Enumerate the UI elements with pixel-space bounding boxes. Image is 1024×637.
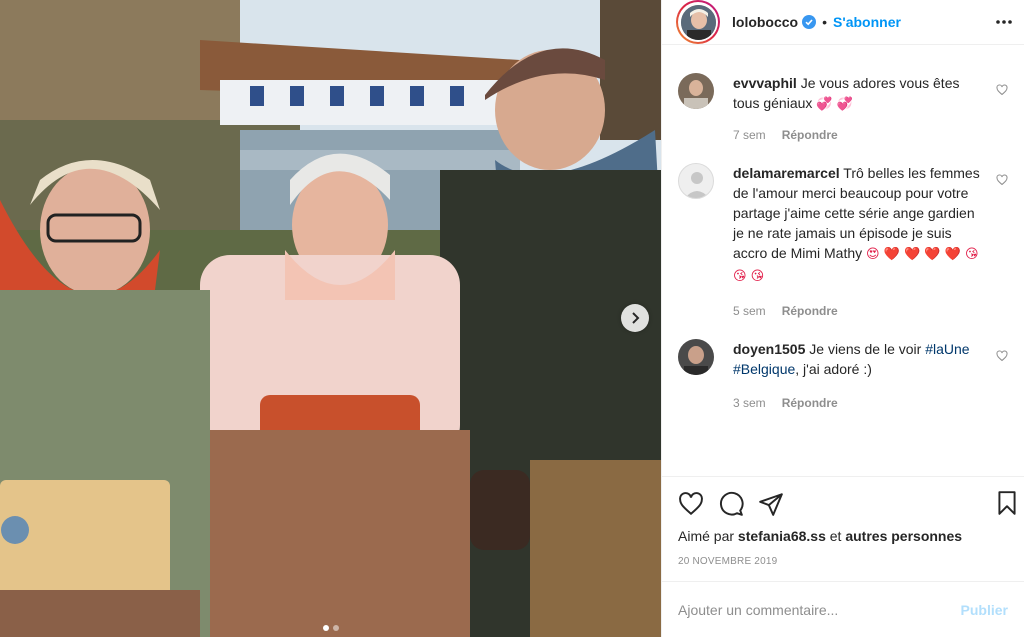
avatar[interactable] xyxy=(676,0,720,44)
post-header: lolobocco • S'abonner xyxy=(662,0,1024,45)
reply-button[interactable]: Répondre xyxy=(782,301,838,321)
likes-prefix: Aimé par xyxy=(678,528,735,544)
post-side-panel: lolobocco • S'abonner evvvaphil Je vous … xyxy=(661,0,1024,637)
next-slide-button[interactable] xyxy=(621,304,649,332)
carousel-indicator xyxy=(0,625,661,631)
like-comment-heart-icon[interactable] xyxy=(996,173,1008,191)
hashtag-link[interactable]: #laUne xyxy=(925,341,969,357)
heart-icon[interactable] xyxy=(678,491,704,517)
more-options-icon[interactable] xyxy=(994,12,1014,37)
header-separator: • xyxy=(822,14,828,30)
reply-button[interactable]: Répondre xyxy=(782,125,838,145)
follow-button[interactable]: S'abonner xyxy=(833,14,901,30)
likes-middle: et xyxy=(829,528,842,544)
share-icon[interactable] xyxy=(758,491,784,517)
comment-text-end: , j'ai adoré :) xyxy=(795,361,872,377)
commenter-username[interactable]: doyen1505 xyxy=(733,341,805,357)
comment-emojis: 💞 💞 xyxy=(816,97,853,112)
reply-button[interactable]: Répondre xyxy=(782,393,838,413)
verified-badge-icon xyxy=(802,15,817,29)
post-actions-bar xyxy=(662,476,1024,530)
profile-picture xyxy=(680,4,716,40)
other-likers-link[interactable]: autres personnes xyxy=(845,528,962,544)
add-comment-bar: Publier xyxy=(662,581,1024,637)
photo-scene xyxy=(0,0,661,637)
post-author-username[interactable]: lolobocco xyxy=(732,14,798,30)
hashtag-link[interactable]: #Belgique xyxy=(733,361,795,377)
commenter-username[interactable]: delamaremarcel xyxy=(733,165,840,181)
post-photo[interactable] xyxy=(0,0,661,637)
comments-list[interactable]: evvvaphil Je vous adores vous êtes tous … xyxy=(662,45,1024,476)
carousel-dot-active xyxy=(322,625,329,631)
comment-time: 5 sem xyxy=(733,304,766,318)
chevron-right-icon xyxy=(632,312,640,324)
comment-time: 3 sem xyxy=(733,396,766,410)
comment-input[interactable] xyxy=(678,601,938,618)
like-comment-heart-icon[interactable] xyxy=(996,349,1008,367)
comment-item: evvvaphil Je vous adores vous êtes tous … xyxy=(678,73,1008,145)
post-date[interactable]: 20 NOVEMBRE 2019 xyxy=(662,556,1024,567)
liker-username[interactable]: stefania68.ss xyxy=(738,528,826,544)
comment-item: delamaremarcel Trô belles les femmes de … xyxy=(678,163,1008,321)
likes-summary: Aimé par stefania68.ss et autres personn… xyxy=(662,528,1024,544)
commenter-username[interactable]: evvvaphil xyxy=(733,75,797,91)
bookmark-icon[interactable] xyxy=(994,490,1020,521)
comment-icon[interactable] xyxy=(718,491,744,517)
publish-button[interactable]: Publier xyxy=(961,602,1008,618)
comment-time: 7 sem xyxy=(733,128,766,142)
instagram-post: lolobocco • S'abonner evvvaphil Je vous … xyxy=(0,0,1024,637)
commenter-avatar[interactable] xyxy=(678,73,714,109)
comment-item: doyen1505 Je viens de le voir #laUne #Be… xyxy=(678,339,1008,413)
comment-text: Je viens de le voir xyxy=(809,341,922,357)
commenter-avatar[interactable] xyxy=(678,163,714,199)
carousel-dot xyxy=(332,625,339,631)
commenter-avatar[interactable] xyxy=(678,339,714,375)
like-comment-heart-icon[interactable] xyxy=(996,83,1008,101)
